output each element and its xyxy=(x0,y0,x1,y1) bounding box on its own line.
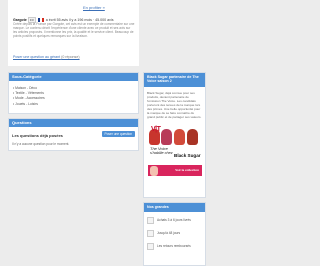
brand-item[interactable]: Achats 3 à 6 jours livrés xyxy=(147,217,205,226)
review-card: En profiter » Gargote FR a écrit 55 avis… xyxy=(8,0,139,66)
coach-photo xyxy=(174,129,185,145)
brand-item[interactable]: Jusqu'à 48 jours xyxy=(147,230,205,239)
main-column: En profiter » Gargote FR a écrit 55 avis… xyxy=(8,0,139,266)
ad-brand: Black Sugar xyxy=(174,153,201,158)
review-text: Créée depuis la France par Gargote, cet … xyxy=(13,22,135,39)
news-title[interactable]: Black Sugar partenaire de The Voice sais… xyxy=(144,73,205,87)
brand-label: Les retours remboursés xyxy=(157,244,191,248)
questions-empty-text: Il n'y a aucune question pour le moment. xyxy=(12,142,70,146)
brand-label: Jusqu'à 48 jours xyxy=(157,231,181,235)
categories-list: • Maison - Déco • Textile - Vêtements • … xyxy=(9,81,138,112)
brand-item[interactable]: Les retours remboursés xyxy=(147,243,205,252)
coach-photo xyxy=(161,129,172,145)
right-top-spacer xyxy=(143,0,206,66)
questions-panel: Questions Les questions déjà posées Pose… xyxy=(8,118,139,151)
model-photo xyxy=(150,166,158,176)
brands-card: Nos grandes Achats 3 à 6 jours livrés Ju… xyxy=(143,202,206,266)
ask-question-link[interactable]: Poser une question au gérant xyxy=(13,55,60,59)
banner-text: Voir la collection xyxy=(175,168,199,172)
brands-title: Nos grandes xyxy=(144,203,205,212)
the-voice-ad[interactable]: V|T The Voice s'habille chez Black Sugar xyxy=(148,125,202,161)
brand-thumbnail-icon xyxy=(147,230,154,237)
categories-title: Sous-Catégorie xyxy=(9,73,138,81)
coach-photo xyxy=(187,129,198,145)
black-sugar-banner[interactable]: Voir la collection xyxy=(148,165,202,176)
ad-line2: s'habille chez xyxy=(150,151,173,155)
ask-question-button[interactable]: Poser une question xyxy=(101,131,135,137)
brand-thumbnail-icon xyxy=(147,217,154,224)
right-column: Black Sugar partenaire de The Voice sais… xyxy=(143,0,206,266)
page: En profiter » Gargote FR a écrit 55 avis… xyxy=(0,0,264,266)
ask-question-count: (0 réponse) xyxy=(61,55,80,59)
brand-thumbnail-icon xyxy=(147,243,154,250)
news-text: Black Sugar, déjà connue pour ses produi… xyxy=(147,91,202,119)
news-card: Black Sugar partenaire de The Voice sais… xyxy=(143,72,206,198)
categories-panel: Sous-Catégorie • Maison - Déco • Textile… xyxy=(8,72,139,114)
category-item[interactable]: • Jouets - Loisirs xyxy=(13,102,134,107)
ask-question-line: Poser une question au gérant (0 réponse) xyxy=(13,55,80,59)
share-link[interactable]: En profiter » xyxy=(83,5,105,10)
questions-title: Questions xyxy=(9,119,138,127)
the-voice-logo: V|T xyxy=(151,126,161,133)
brand-label: Achats 3 à 6 jours livrés xyxy=(157,218,191,222)
questions-subtitle: Les questions déjà posées xyxy=(12,133,63,138)
